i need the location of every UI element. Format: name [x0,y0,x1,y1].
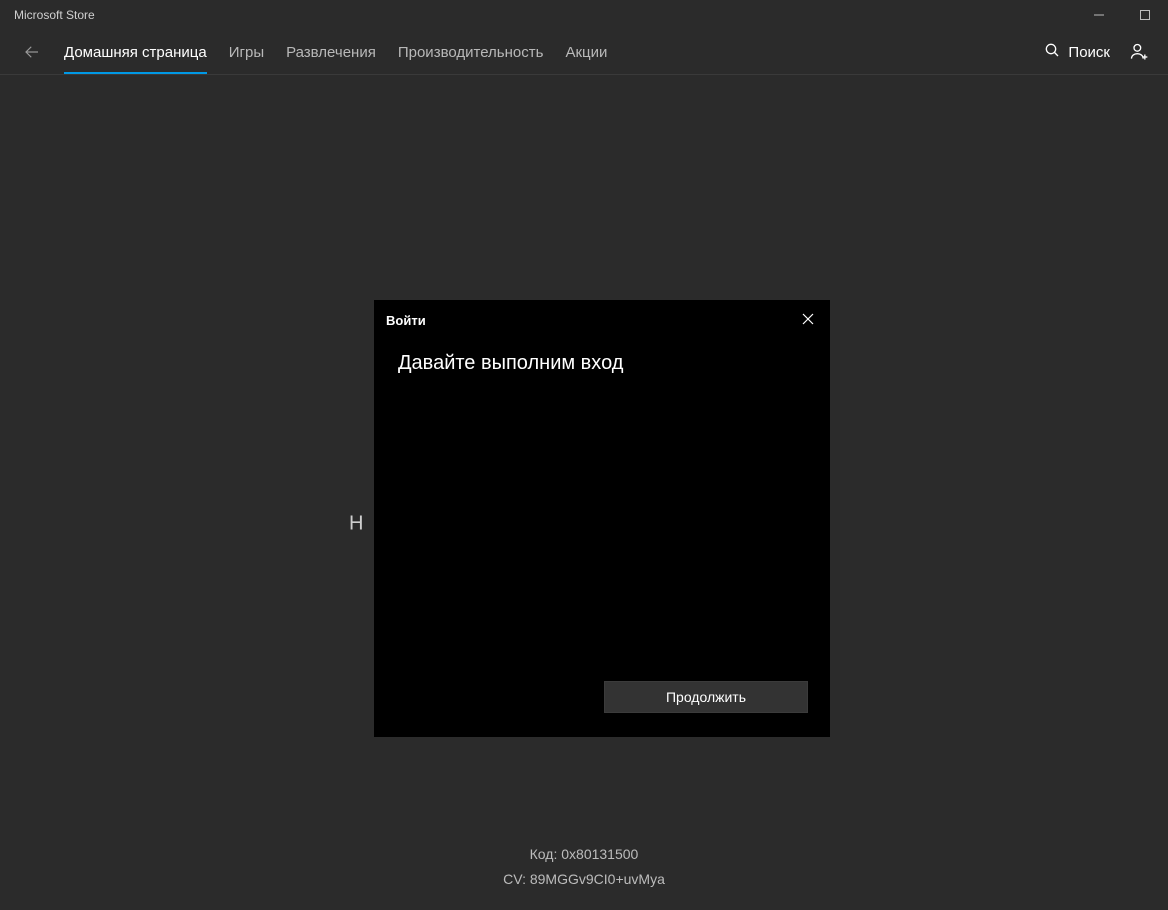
nav-tab-productivity[interactable]: Производительность [398,32,544,73]
signin-dialog: Войти Давайте выполним вход Продолжить [374,300,830,737]
window-controls [1076,0,1168,30]
dialog-header-label: Войти [386,313,426,328]
app-title: Microsoft Store [14,8,95,22]
continue-button[interactable]: Продолжить [604,681,808,713]
navbar: Домашняя страница Игры Развлечения Произ… [0,30,1168,75]
nav-tab-label: Игры [229,44,264,61]
error-code-line: Код: 0x80131500 [0,842,1168,867]
dialog-close-button[interactable] [798,310,818,330]
nav-tab-label: Производительность [398,44,544,61]
nav-tab-label: Акции [565,44,607,61]
nav-tab-home[interactable]: Домашняя страница [64,32,207,73]
maximize-button[interactable] [1122,0,1168,30]
search-icon [1044,42,1060,62]
close-icon [802,313,814,328]
titlebar: Microsoft Store [0,0,1168,30]
error-codes: Код: 0x80131500 CV: 89MGGv9CI0+uvMya [0,842,1168,892]
nav-tabs: Домашняя страница Игры Развлечения Произ… [64,32,607,73]
content-area: Н у Код: 0x80131500 CV: 89MGGv9CI0+uvMya… [0,75,1168,910]
minimize-button[interactable] [1076,0,1122,30]
cv-line: CV: 89MGGv9CI0+uvMya [0,867,1168,892]
search-button[interactable]: Поиск [1044,42,1110,62]
nav-tab-label: Домашняя страница [64,44,207,61]
nav-tab-label: Развлечения [286,44,376,61]
user-account-button[interactable] [1128,41,1150,63]
search-label: Поиск [1068,44,1110,61]
nav-tab-games[interactable]: Игры [229,32,264,73]
dialog-header: Войти [374,300,830,336]
dialog-body [374,375,830,681]
dialog-footer: Продолжить [374,681,830,737]
dialog-title: Давайте выполним вход [374,336,830,375]
back-button[interactable] [18,38,46,66]
nav-tab-entertainment[interactable]: Развлечения [286,32,376,73]
continue-button-label: Продолжить [666,689,746,705]
nav-tab-deals[interactable]: Акции [565,32,607,73]
